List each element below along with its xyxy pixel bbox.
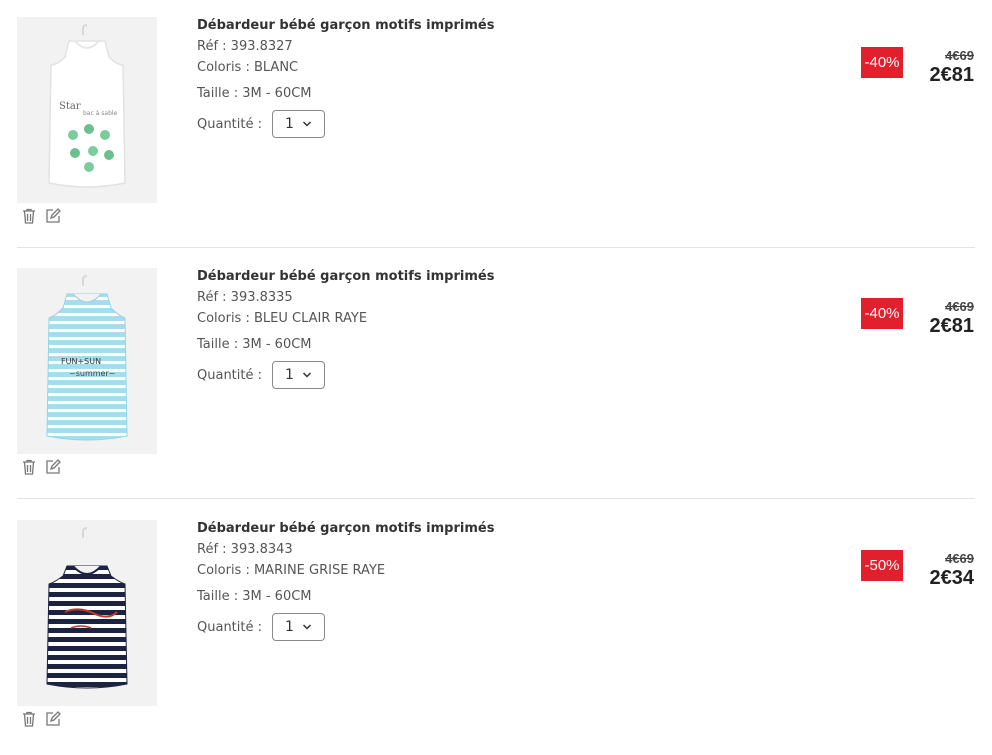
product-title[interactable]: Débardeur bébé garçon motifs imprimés [197,521,757,539]
edit-icon[interactable] [44,207,62,225]
cart-item: Star bac à sable Débardeur bébé garçon m… [0,0,992,252]
quantity-select[interactable]: 1 [272,361,325,389]
divider [17,498,975,499]
chevron-down-icon [302,622,312,632]
price-block: 4€69 2€34 [930,551,975,590]
price-block: 4€69 2€81 [930,299,975,338]
discount-badge: -50% [861,550,903,581]
quantity-value: 1 [285,367,294,383]
svg-text:Star: Star [59,101,81,112]
quantity-label: Quantité : [197,116,262,132]
new-price: 2€81 [929,64,975,86]
item-actions [20,207,62,225]
product-size: Taille : 3M - 60CM [197,589,312,604]
cart-list: Star bac à sable Débardeur bébé garçon m… [0,0,992,744]
cart-item: FUN+SUN ~summer~ Débardeur bébé garçon m… [0,251,992,503]
svg-text:~summer~: ~summer~ [69,369,115,378]
product-info: Débardeur bébé garçon motifs imprimés Ré… [197,269,757,389]
product-color: Coloris : MARINE GRISE RAYE [197,563,386,578]
product-ref: Réf : 393.8343 [197,542,293,557]
edit-icon[interactable] [44,710,62,728]
quantity-row: Quantité : 1 [197,361,757,389]
svg-text:FUN+SUN: FUN+SUN [61,357,101,366]
cart-item: Débardeur bébé garçon motifs imprimés Ré… [0,503,992,755]
price-block: 4€69 2€81 [930,48,975,87]
discount-badge: -40% [861,298,903,329]
product-image[interactable] [17,520,157,706]
trash-icon[interactable] [20,458,38,476]
quantity-row: Quantité : 1 [197,110,757,138]
product-image[interactable]: FUN+SUN ~summer~ [17,268,157,454]
quantity-select[interactable]: 1 [272,613,325,641]
product-title[interactable]: Débardeur bébé garçon motifs imprimés [197,269,757,287]
trash-icon[interactable] [20,207,38,225]
product-info: Débardeur bébé garçon motifs imprimés Ré… [197,521,757,641]
quantity-value: 1 [285,116,294,132]
chevron-down-icon [302,119,312,129]
quantity-value: 1 [285,619,294,635]
discount-badge: -40% [861,47,903,78]
new-price: 2€81 [929,315,975,337]
old-price: 4€69 [945,48,974,63]
trash-icon[interactable] [20,710,38,728]
product-info: Débardeur bébé garçon motifs imprimés Ré… [197,18,757,138]
quantity-select[interactable]: 1 [272,110,325,138]
product-image[interactable]: Star bac à sable [17,17,157,203]
product-size: Taille : 3M - 60CM [197,337,312,352]
old-price: 4€69 [945,551,974,566]
product-size: Taille : 3M - 60CM [197,86,312,101]
product-color: Coloris : BLANC [197,60,299,75]
chevron-down-icon [302,370,312,380]
tank-top-navy-striped-illustration [17,520,157,706]
product-color: Coloris : BLEU CLAIR RAYE [197,311,368,326]
tank-top-light-blue-illustration: FUN+SUN ~summer~ [17,268,157,454]
quantity-label: Quantité : [197,619,262,635]
quantity-row: Quantité : 1 [197,613,757,641]
svg-text:bac à sable: bac à sable [83,110,118,117]
old-price: 4€69 [945,299,974,314]
product-ref: Réf : 393.8327 [197,39,293,54]
new-price: 2€34 [929,567,975,589]
edit-icon[interactable] [44,458,62,476]
tank-top-white-illustration: Star bac à sable [17,17,157,203]
quantity-label: Quantité : [197,367,262,383]
item-actions [20,458,62,476]
product-title[interactable]: Débardeur bébé garçon motifs imprimés [197,18,757,36]
product-ref: Réf : 393.8335 [197,290,293,305]
divider [17,247,975,248]
item-actions [20,710,62,728]
